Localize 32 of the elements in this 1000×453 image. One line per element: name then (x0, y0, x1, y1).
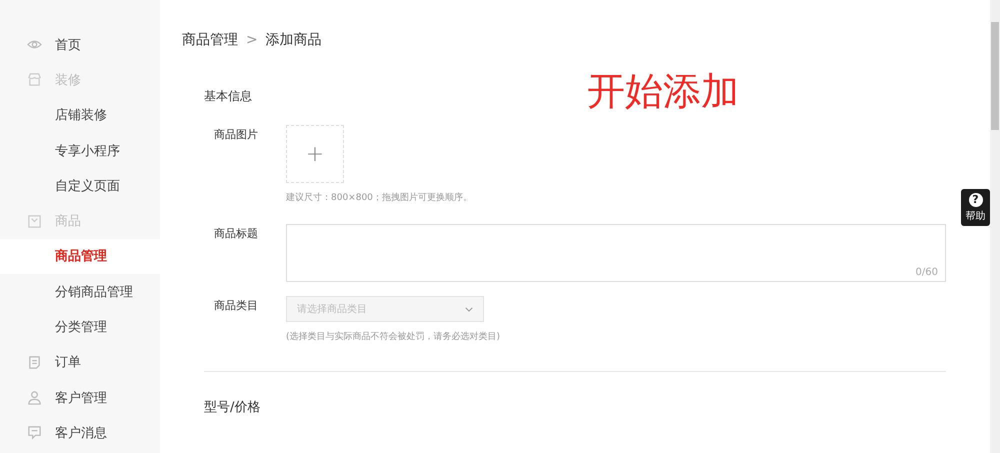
field-label: 商品类目 (213, 298, 259, 314)
sidebar-item[interactable]: 客户消息 (0, 415, 160, 451)
shop-icon (27, 72, 42, 88)
hint-text: 建议尺寸：800×800；拖拽图片可更换顺序。 (286, 192, 472, 204)
field-label: 商品图片 (213, 127, 259, 143)
doc-icon (27, 354, 42, 370)
annotation-text: 开始添加 (587, 68, 739, 114)
sidebar-item[interactable]: 订单 (0, 344, 160, 380)
msg-icon (27, 425, 42, 440)
scrollbar-thumb[interactable] (991, 22, 999, 130)
hint-text: (选择类目与实际商品不符会被处罚，请务必选对类目) (286, 330, 500, 343)
box-icon (27, 214, 42, 229)
user-icon (27, 390, 42, 406)
breadcrumb-current: 添加商品 (266, 31, 322, 49)
section-title: 型号/价格 (204, 399, 262, 416)
field-label: 商品标题 (213, 226, 259, 242)
sidebar-item[interactable]: 分类管理 (0, 309, 160, 345)
sidebar-item[interactable]: 首页 (0, 27, 160, 62)
sidebar-item[interactable]: 专享小程序 (0, 132, 160, 168)
sidebar-item[interactable]: 商品管理 (0, 238, 160, 274)
sidebar-item[interactable]: 自定义页面 (0, 168, 160, 204)
chevron-down-icon (465, 306, 473, 312)
sidebar-item[interactable]: 店铺装修 (0, 98, 160, 133)
scrollbar[interactable] (990, 0, 1000, 453)
breadcrumb-link[interactable]: 商品管理 (182, 31, 238, 49)
breadcrumb-separator: > (246, 32, 258, 48)
section-title: 基本信息 (204, 88, 252, 104)
help-button[interactable]: ? 帮助 (961, 189, 990, 226)
sidebar-item[interactable]: 客户管理 (0, 380, 160, 416)
sidebar-item[interactable]: 分销商品管理 (0, 274, 160, 310)
character-counter: 0/60 (916, 267, 938, 278)
image-upload-button[interactable]: + (286, 125, 344, 183)
